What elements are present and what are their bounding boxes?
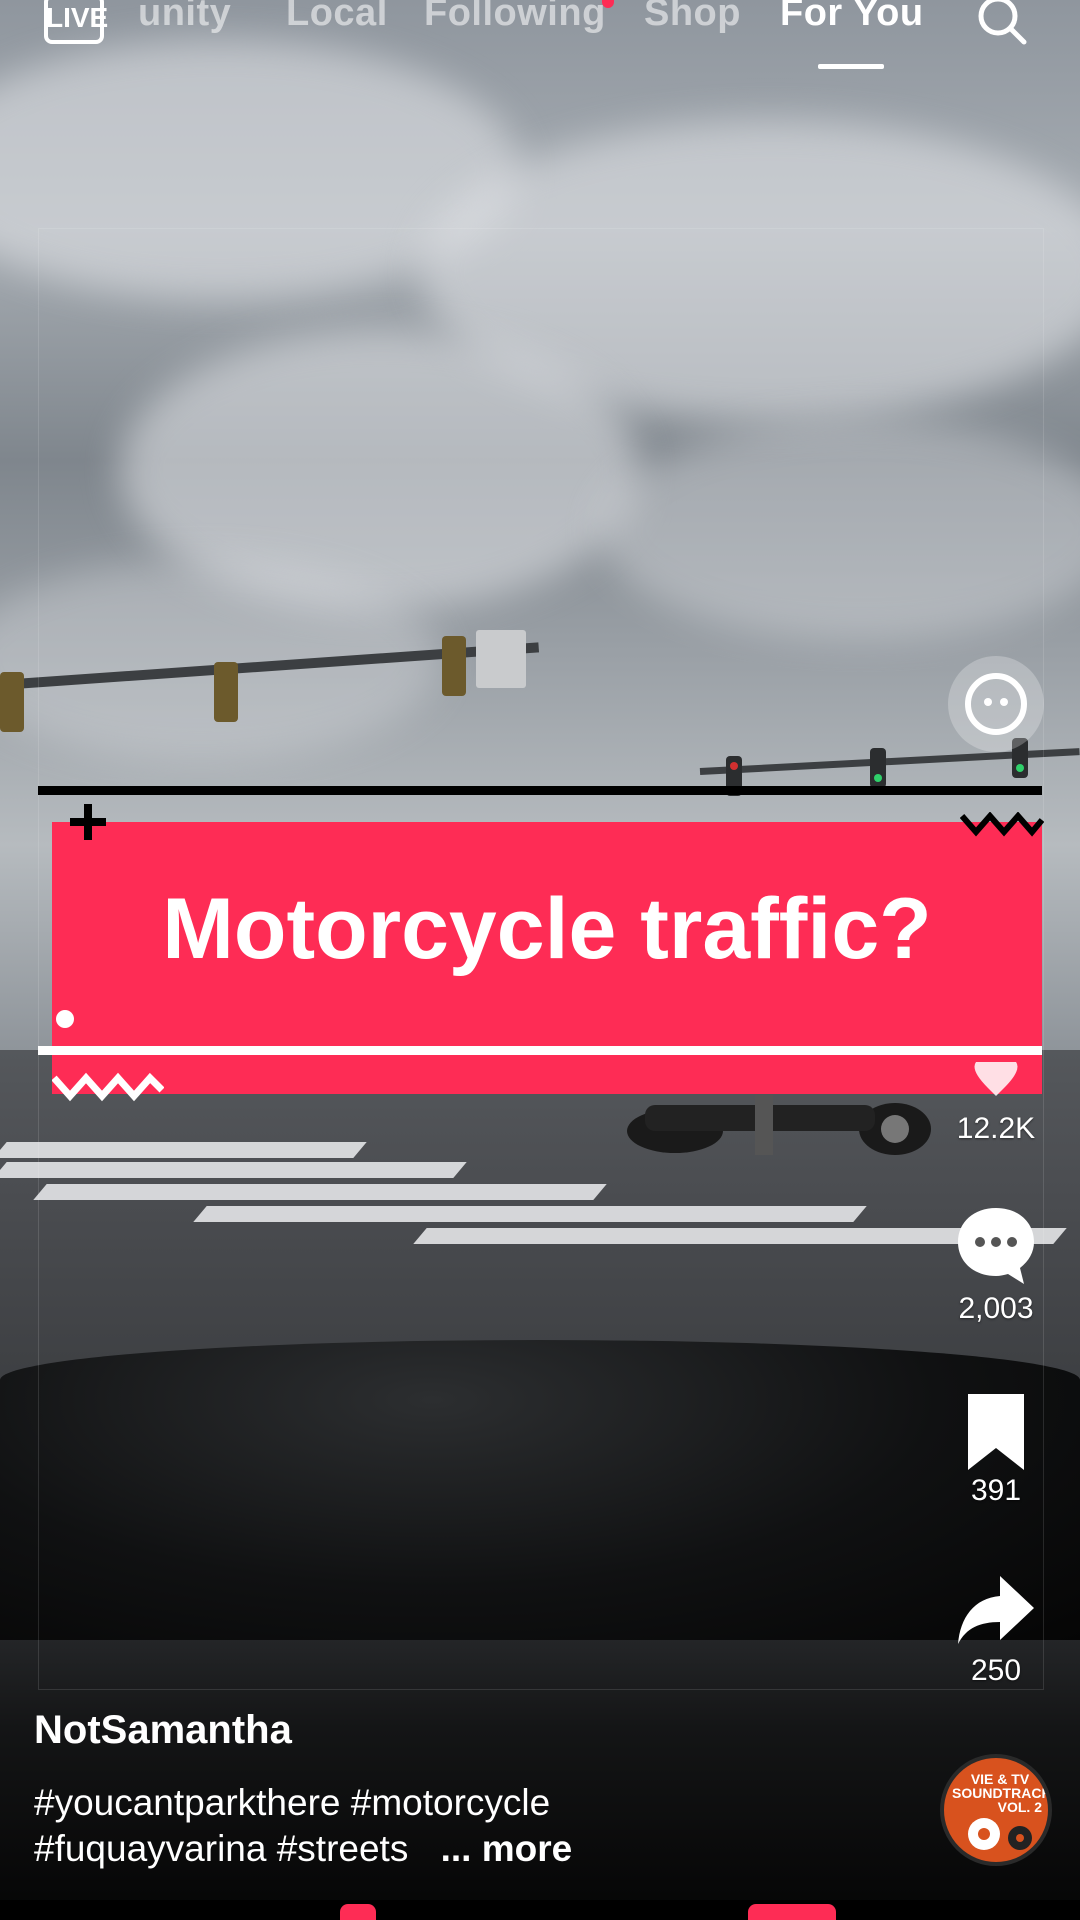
tab-for-you[interactable]: For You [780, 0, 924, 35]
music-disc-icon[interactable]: VIE & TV SOUNDTRACKS VOL. 2 [940, 1754, 1052, 1866]
tab-following[interactable]: Following [424, 0, 606, 35]
comment-icon[interactable] [954, 1204, 1038, 1288]
more-link[interactable]: ... more [441, 1828, 573, 1869]
disc-line-2: SOUNDTRACKS [952, 1785, 1052, 1801]
zigzag-decoration-icon [960, 812, 1044, 837]
plus-decoration-icon [70, 804, 106, 840]
dot-decoration [56, 1010, 74, 1028]
like-count: 12.2K [956, 1112, 1036, 1145]
hashtags-line-2[interactable]: #fuquayvarina #streets [34, 1828, 408, 1869]
bottom-nav-bar [0, 1900, 1080, 1920]
tab-community[interactable]: unity [138, 0, 231, 35]
live-label: LIVE [46, 2, 109, 33]
video-overlay-title: Motorcycle traffic? [162, 881, 932, 977]
active-tab-indicator [818, 64, 884, 69]
author-username[interactable]: NotSamantha [34, 1708, 292, 1753]
film-reel-icon [968, 1818, 1032, 1850]
share-icon[interactable] [954, 1570, 1038, 1654]
hashtags-line-1[interactable]: #youcantparkthere #motorcycle [34, 1780, 794, 1826]
top-nav: LIVE unity Local Following Shop For You [0, 0, 1080, 80]
ai-assistant-icon [965, 673, 1027, 735]
search-icon[interactable] [974, 0, 1030, 48]
disc-label: VIE & TV SOUNDTRACKS VOL. 2 [952, 1772, 1048, 1814]
tab-local[interactable]: Local [286, 0, 388, 35]
zigzag-decoration-icon [52, 1072, 164, 1102]
save-count: 391 [970, 1474, 1022, 1507]
share-count: 250 [970, 1654, 1022, 1687]
heart-icon[interactable] [964, 1062, 1028, 1102]
tab-shop[interactable]: Shop [644, 0, 741, 35]
notification-dot [602, 0, 614, 8]
notification-badge [748, 1904, 836, 1920]
caption: #youcantparkthere #motorcycle #fuquayvar… [34, 1780, 794, 1872]
disc-line-1: VIE & TV [970, 1771, 1030, 1787]
overlay-line-bottom [38, 1046, 1042, 1055]
ai-assistant-button[interactable] [948, 656, 1044, 752]
hashtags-line-2-row: #fuquayvarina #streets ... more [34, 1826, 794, 1872]
overlay-line-top [38, 786, 1042, 795]
traffic-signal [0, 672, 24, 732]
bookmark-icon[interactable] [954, 1390, 1038, 1474]
comment-count: 2,003 [958, 1292, 1034, 1325]
notification-badge [340, 1904, 376, 1920]
live-icon[interactable]: LIVE [44, 0, 109, 44]
